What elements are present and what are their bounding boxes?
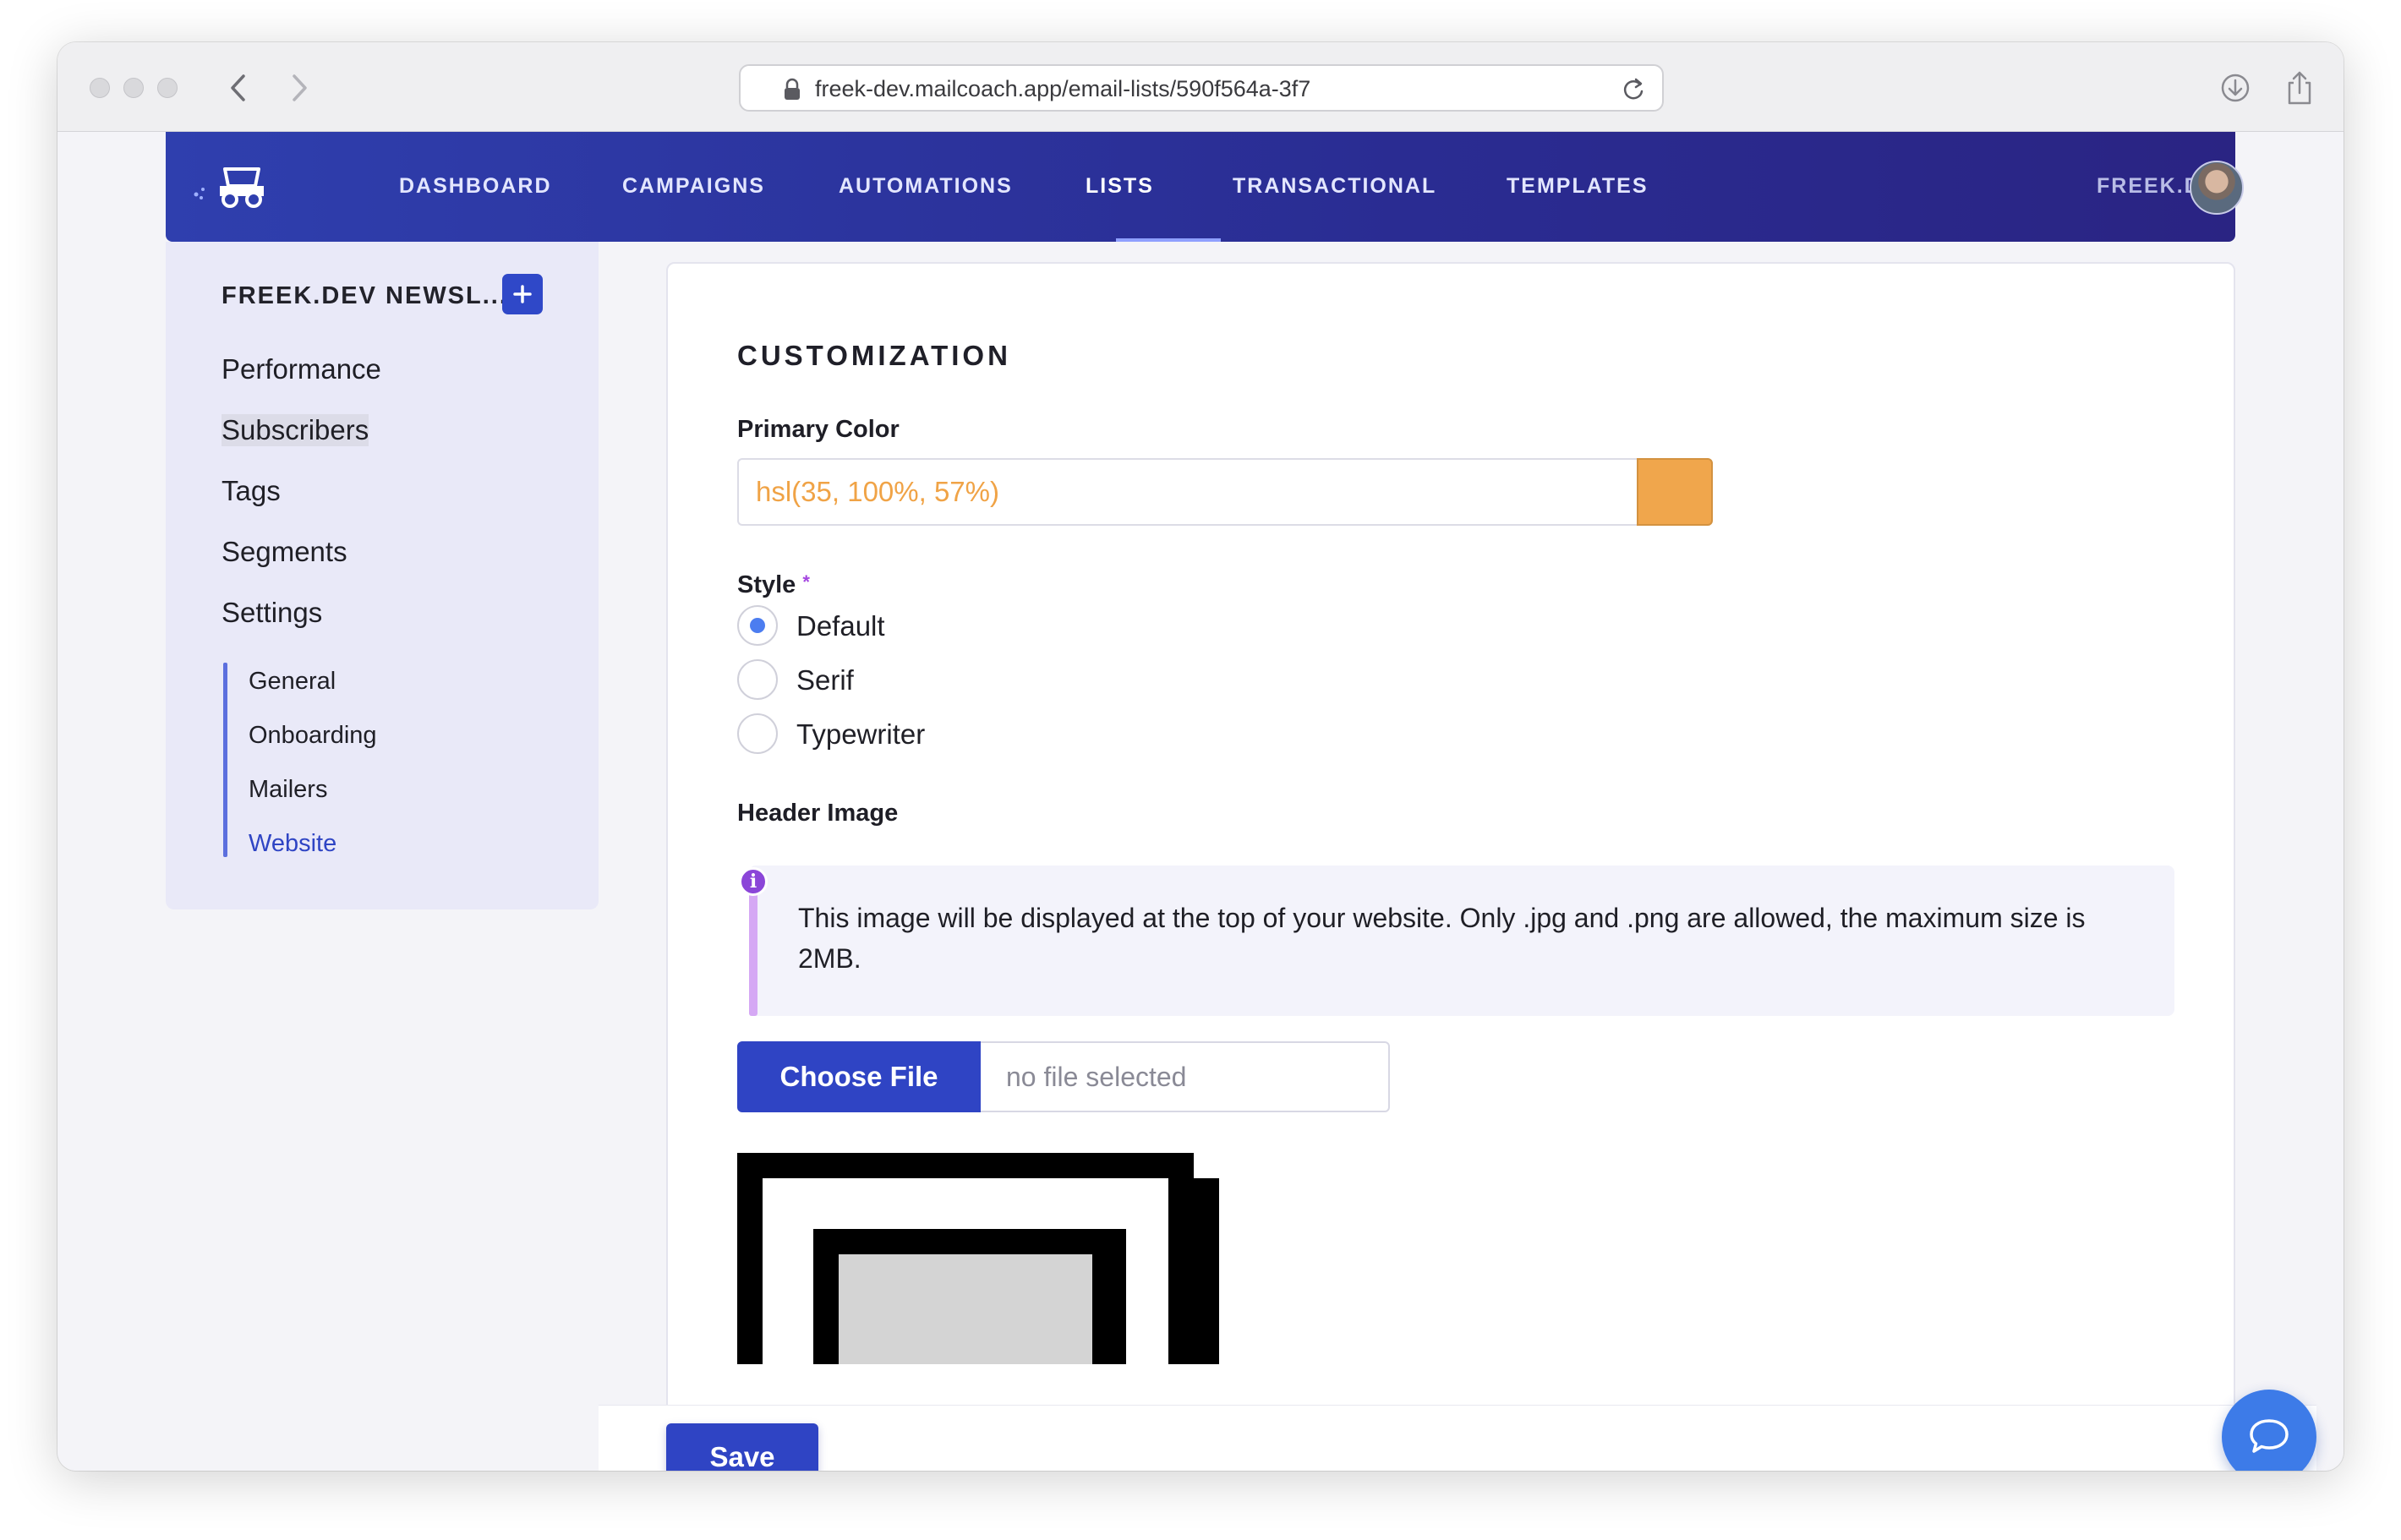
primary-color-label: Primary Color bbox=[737, 416, 900, 443]
style-option-typewriter-label[interactable]: Typewriter bbox=[796, 718, 925, 751]
lock-icon bbox=[783, 78, 801, 106]
header-image-preview bbox=[737, 1153, 1228, 1364]
style-radio-serif[interactable] bbox=[737, 659, 778, 700]
chat-bubble-icon bbox=[2250, 1419, 2289, 1453]
required-mark: * bbox=[802, 571, 810, 593]
address-bar[interactable]: freek-dev.mailcoach.app/email-lists/590f… bbox=[739, 64, 1664, 112]
browser-titlebar: freek-dev.mailcoach.app/email-lists/590f… bbox=[57, 42, 2344, 132]
style-option-serif-label[interactable]: Serif bbox=[796, 664, 854, 696]
info-alert: i This image will be displayed at the to… bbox=[739, 866, 2174, 1016]
plus-icon bbox=[513, 285, 532, 303]
close-window-button[interactable] bbox=[90, 78, 110, 98]
reload-icon[interactable] bbox=[1616, 73, 1650, 111]
page-content: DASHBOARD CAMPAIGNS AUTOMATIONS LISTS TR… bbox=[57, 132, 2344, 1471]
nav-automations[interactable]: AUTOMATIONS bbox=[839, 174, 1013, 199]
header-image-help-text: This image will be displayed at the top … bbox=[798, 903, 2086, 974]
sidebar-subitem-website[interactable]: Website bbox=[249, 830, 336, 858]
share-icon[interactable] bbox=[2278, 66, 2322, 110]
image-placeholder-icon bbox=[737, 1153, 1219, 1364]
sticky-footer bbox=[599, 1405, 2316, 1471]
style-label: Style * bbox=[737, 571, 810, 599]
primary-color-input[interactable] bbox=[737, 458, 1637, 526]
sidebar-item-settings[interactable]: Settings bbox=[222, 597, 322, 629]
alert-accent-bar bbox=[749, 884, 757, 1016]
sidebar: FREEK.DEV NEWSL... Performance Subscribe… bbox=[166, 242, 599, 909]
nav-dashboard[interactable]: DASHBOARD bbox=[399, 174, 552, 199]
sidebar-item-subscribers[interactable]: Subscribers bbox=[222, 414, 369, 446]
add-list-button[interactable] bbox=[502, 274, 543, 314]
sidebar-subitem-onboarding[interactable]: Onboarding bbox=[249, 722, 377, 750]
settings-card: CUSTOMIZATION Primary Color Style * Defau… bbox=[666, 262, 2235, 1471]
sidebar-subitem-mailers[interactable]: Mailers bbox=[249, 776, 327, 804]
style-radio-typewriter[interactable] bbox=[737, 713, 778, 754]
sidebar-item-performance[interactable]: Performance bbox=[222, 353, 381, 385]
info-icon: i bbox=[739, 867, 768, 896]
nav-transactional[interactable]: TRANSACTIONAL bbox=[1233, 174, 1436, 199]
avatar[interactable] bbox=[2190, 161, 2244, 215]
url-text: freek-dev.mailcoach.app/email-lists/590f… bbox=[815, 76, 1311, 101]
active-nav-indicator bbox=[1116, 238, 1221, 242]
style-radio-default[interactable] bbox=[737, 605, 778, 646]
header-image-label: Header Image bbox=[737, 800, 899, 827]
chat-button[interactable] bbox=[2222, 1390, 2316, 1471]
forward-arrow-icon[interactable] bbox=[277, 66, 321, 110]
download-icon[interactable] bbox=[2213, 66, 2257, 110]
top-navbar: DASHBOARD CAMPAIGNS AUTOMATIONS LISTS TR… bbox=[166, 132, 2244, 242]
sidebar-subitem-general[interactable]: General bbox=[249, 668, 336, 696]
file-status-text: no file selected bbox=[1006, 1062, 1187, 1092]
mailcoach-logo-icon[interactable] bbox=[191, 164, 272, 216]
choose-file-button[interactable]: Choose File bbox=[737, 1041, 981, 1112]
nav-lists[interactable]: LISTS bbox=[1086, 174, 1154, 199]
browser-window: freek-dev.mailcoach.app/email-lists/590f… bbox=[57, 42, 2344, 1471]
section-title: CUSTOMIZATION bbox=[737, 340, 1011, 371]
back-arrow-icon[interactable] bbox=[216, 66, 260, 110]
style-label-text: Style bbox=[737, 571, 796, 598]
zoom-window-button[interactable] bbox=[157, 78, 178, 98]
file-input[interactable]: Choose File no file selected bbox=[737, 1041, 1390, 1112]
sidebar-item-segments[interactable]: Segments bbox=[222, 536, 347, 568]
nav-campaigns[interactable]: CAMPAIGNS bbox=[622, 174, 765, 199]
style-option-default-label[interactable]: Default bbox=[796, 610, 885, 642]
sidebar-item-tags[interactable]: Tags bbox=[222, 475, 281, 507]
list-title[interactable]: FREEK.DEV NEWSL... bbox=[222, 282, 508, 310]
settings-submenu-rail bbox=[223, 663, 227, 857]
minimize-window-button[interactable] bbox=[123, 78, 144, 98]
nav-templates[interactable]: TEMPLATES bbox=[1507, 174, 1649, 199]
color-swatch[interactable] bbox=[1637, 458, 1713, 526]
save-button[interactable]: Save bbox=[666, 1423, 818, 1471]
